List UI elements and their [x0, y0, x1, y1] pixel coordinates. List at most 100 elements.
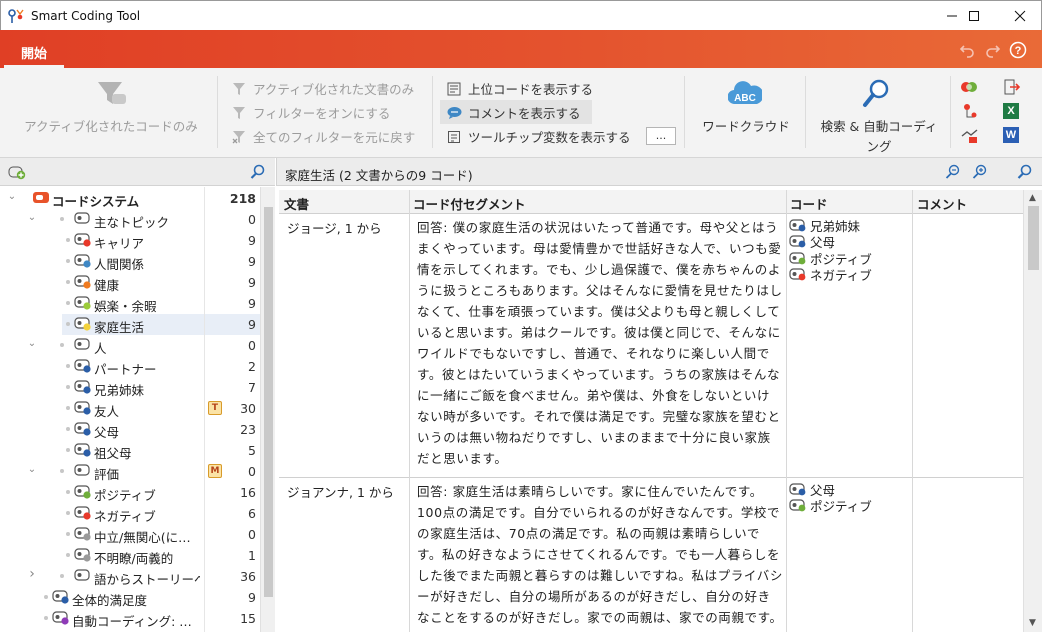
code-label: 主なトピック: [94, 215, 170, 230]
code-colors-icon[interactable]: [960, 79, 978, 95]
segment-document[interactable]: ジョアンナ, 1 から: [287, 482, 394, 501]
segment-code-item[interactable]: ポジティブ: [789, 498, 913, 514]
code-row[interactable]: 友人 T 30: [0, 398, 260, 419]
code-row[interactable]: 自動コーディング: … 15: [0, 608, 260, 629]
code-tree-icon[interactable]: [961, 103, 979, 119]
active-codes-only-button[interactable]: アクティブ化されたコードのみ: [20, 76, 202, 146]
code-icon: [74, 548, 91, 562]
grid-column-divider: [912, 190, 913, 632]
tree-dot: [66, 427, 70, 431]
search-segments-icon[interactable]: [1017, 164, 1033, 183]
title-bar: Smart Coding Tool: [0, 0, 1042, 30]
code-count: 23: [240, 422, 256, 437]
code-row[interactable]: キャリア 9: [0, 230, 260, 251]
close-button[interactable]: [997, 1, 1042, 31]
code-group-icon: [74, 569, 90, 581]
code-label: 祖父母: [94, 446, 132, 461]
code-row[interactable]: 祖父母 5: [0, 440, 260, 461]
code-row[interactable]: パートナー 2: [0, 356, 260, 377]
ribbon-separator: [805, 76, 806, 148]
tooltip-vars-settings-button[interactable]: ...: [646, 127, 676, 145]
search-codes-icon[interactable]: [250, 164, 266, 183]
collapse-arrow-icon[interactable]: ⌄: [26, 212, 38, 226]
code-row[interactable]: 娯楽・余暇 9: [0, 293, 260, 314]
app-logo-icon: [8, 9, 24, 23]
word-export-icon[interactable]: W: [1003, 127, 1019, 143]
code-group-icon: [74, 338, 90, 350]
show-comments-toggle[interactable]: コメントを表示する: [446, 103, 581, 122]
code-count: 0: [248, 527, 256, 542]
scroll-down-arrow-icon[interactable]: ▼: [1029, 618, 1036, 628]
grid-column-divider: [409, 190, 410, 632]
code-icon: [74, 380, 91, 394]
reset-filters-button[interactable]: 全てのフィルターを元に戻す: [231, 127, 415, 146]
code-group-icon: [74, 464, 90, 476]
code-row[interactable]: 人間関係 9: [0, 251, 260, 272]
code-group-row[interactable]: ⌄ 評価 M 0: [0, 461, 260, 482]
collapse-arrow-icon[interactable]: ⌄: [26, 338, 38, 352]
collapse-arrow-icon[interactable]: ⌄: [6, 191, 18, 205]
code-row[interactable]: 家庭生活 9: [0, 314, 260, 335]
maximize-button[interactable]: [951, 1, 997, 31]
collapse-arrow-icon[interactable]: ⌄: [26, 464, 38, 478]
code-tree-scroll-thumb[interactable]: [264, 207, 273, 597]
segments-scroll-thumb[interactable]: [1028, 206, 1039, 270]
export-icon[interactable]: [1003, 79, 1021, 95]
code-row[interactable]: 健康 9: [0, 272, 260, 293]
code-system-root[interactable]: ⌄ コードシステム 218: [0, 188, 260, 209]
code-row[interactable]: 全体的満足度 9: [0, 587, 260, 608]
segment-code-item[interactable]: ネガティブ: [789, 267, 913, 283]
code-group-row[interactable]: ⌄ 人 0: [0, 335, 260, 356]
code-group-row[interactable]: › 語からストーリーへ… 36: [0, 566, 260, 587]
code-icon: [74, 275, 91, 289]
new-code-icon[interactable]: [8, 164, 26, 183]
filter-on-button[interactable]: フィルターをオンにする: [231, 103, 390, 122]
code-row[interactable]: ポジティブ 16: [0, 482, 260, 503]
active-docs-only-button[interactable]: アクティブ化された文書のみ: [231, 79, 414, 98]
expand-arrow-icon[interactable]: ›: [26, 566, 38, 582]
segment-code-item[interactable]: 父母: [789, 481, 913, 498]
column-header-document[interactable]: 文書: [284, 194, 309, 213]
scroll-up-arrow-icon[interactable]: ▲: [1029, 193, 1036, 203]
column-header-comment[interactable]: コメント: [917, 194, 967, 213]
tree-dot: [44, 616, 48, 620]
undo-icon[interactable]: [958, 41, 976, 59]
column-header-code[interactable]: コード: [790, 194, 828, 213]
code-tree-scrollbar[interactable]: [260, 187, 275, 632]
code-row[interactable]: ネガティブ 6: [0, 503, 260, 524]
code-stats-icon[interactable]: [961, 127, 979, 143]
code-count: 9: [248, 590, 256, 605]
code-count: 0: [248, 212, 256, 227]
column-header-segment[interactable]: コード付セグメント: [413, 194, 526, 213]
show-tooltip-vars-toggle[interactable]: ツールチップ変数を表示する: [446, 127, 631, 146]
code-row[interactable]: 不明瞭/両義的 1: [0, 545, 260, 566]
parent-codes-icon: [446, 81, 462, 97]
excel-export-icon[interactable]: X: [1003, 103, 1019, 119]
code-row[interactable]: 兄弟姉妹 7: [0, 377, 260, 398]
code-count: 7: [248, 380, 256, 395]
redo-icon[interactable]: [984, 41, 1002, 59]
code-row[interactable]: 中立/無関心(に… 0: [0, 524, 260, 545]
segment-document[interactable]: ジョージ, 1 から: [287, 218, 382, 237]
tree-dot: [66, 448, 70, 452]
segment-code-item[interactable]: ポジティブ: [789, 250, 913, 267]
show-parent-codes-toggle[interactable]: 上位コードを表示する: [446, 79, 593, 98]
zoom-in-icon[interactable]: [972, 164, 988, 183]
code-count: 1: [248, 548, 256, 563]
count-column-divider: [204, 187, 205, 632]
segment-code-item[interactable]: 父母: [789, 234, 913, 250]
code-count: 9: [248, 254, 256, 269]
zoom-out-icon[interactable]: [945, 164, 961, 183]
retrieved-segments-toolbar: 家庭生活 (2 文書からの9 コード): [276, 158, 1042, 186]
ribbon-separator: [217, 76, 218, 148]
word-cloud-button[interactable]: ABC ワードクラウド: [696, 76, 796, 146]
segment-code-item[interactable]: 兄弟姉妹: [789, 217, 913, 234]
reset-filter-icon: [231, 129, 247, 145]
code-icon: [74, 317, 91, 331]
code-group-row[interactable]: ⌄ 主なトピック 0: [0, 209, 260, 230]
tab-home[interactable]: 開始: [4, 36, 64, 68]
segments-scrollbar[interactable]: ▲ ▼: [1023, 190, 1042, 632]
help-icon[interactable]: ?: [1009, 41, 1027, 59]
search-autocode-button[interactable]: 検索 & 自動コーディ ング: [814, 76, 944, 154]
code-row[interactable]: 父母 23: [0, 419, 260, 440]
